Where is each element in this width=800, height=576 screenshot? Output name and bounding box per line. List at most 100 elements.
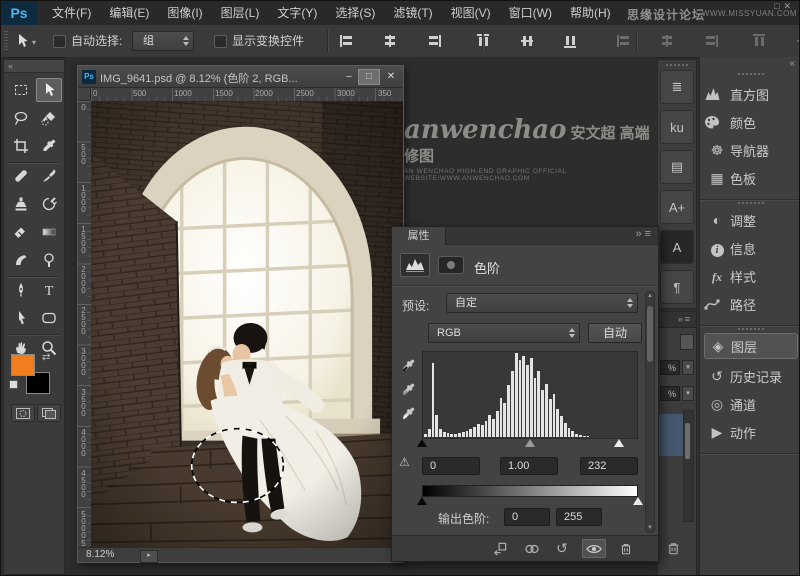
scrollbar-thumb[interactable] [647,306,653,362]
doc-maximize-button[interactable]: □ [358,69,380,85]
scroll-up-icon[interactable]: ▲ [646,293,654,299]
swap-colors-icon[interactable]: ⇄ [42,352,50,363]
menu-type[interactable]: 文字(Y) [268,1,326,25]
default-colors-icon[interactable] [9,380,18,389]
align-horizontal-centers-icon[interactable] [382,34,398,48]
quick-selection-tool[interactable] [36,106,62,130]
panel-histogram[interactable]: 直方图 [704,81,798,107]
channel-dropdown[interactable]: RGB [428,323,580,343]
panel-navigator[interactable]: ☸ 导航器 [704,137,798,163]
zoom-level[interactable]: 8.12% [86,549,114,560]
brush-tool[interactable] [36,164,62,188]
opacity-field-sliver[interactable]: % [660,360,680,375]
distribute-top-icon[interactable] [616,34,632,48]
fill-dropdown-icon[interactable]: ▾ [682,386,694,401]
document-titlebar[interactable]: Ps IMG_9641.psd @ 8.12% (色阶 2, RGB... – … [78,66,403,88]
paragraph-panel-icon[interactable]: ¶ [660,270,694,304]
rectangular-marquee-tool[interactable] [8,78,34,102]
layer-filter-toggle[interactable] [680,334,694,350]
pen-tool[interactable] [8,278,34,302]
panel-info[interactable]: i 信息 [704,235,798,261]
output-white-slider[interactable] [633,497,643,505]
auto-select-dropdown[interactable]: 组 [132,31,194,51]
scrollbar-thumb[interactable] [685,423,690,459]
quick-mask-button[interactable] [11,404,35,422]
black-input-slider[interactable] [417,439,427,447]
align-vertical-centers-icon[interactable] [520,33,534,49]
align-bottom-edges-icon[interactable] [563,33,577,49]
opacity-dropdown-icon[interactable]: ▾ [682,360,694,375]
distribute-hcenter-icon[interactable] [796,33,800,49]
input-black-field[interactable]: 0 [422,457,480,475]
output-white-field[interactable]: 255 [556,508,602,526]
status-info-button[interactable]: ▸ [140,550,158,563]
white-input-slider[interactable] [614,439,624,447]
gradient-tool[interactable] [36,220,62,244]
layers-scrollbar[interactable] [683,410,694,522]
panel-menu-icon[interactable]: ≡ [685,314,692,324]
panel-menu-icon[interactable]: ≡ [645,228,654,240]
smudge-tool[interactable] [8,248,34,272]
doc-minimize-button[interactable]: – [339,69,359,85]
panel-swatches[interactable]: ▦ 色板 [704,165,798,191]
menu-image[interactable]: 图像(I) [158,1,211,25]
menu-filter[interactable]: 滤镜(T) [384,1,441,25]
visibility-eye-icon[interactable] [582,539,606,558]
layer-mask-icon[interactable] [438,256,464,274]
panel-channels[interactable]: ◎ 通道 [704,391,798,417]
distribute-bottom-icon[interactable] [703,34,719,48]
expand-icon[interactable]: » [678,314,685,324]
distribute-left-icon[interactable] [752,33,766,49]
crop-tool[interactable] [8,134,34,158]
path-selection-tool[interactable] [8,306,34,330]
canvas-area[interactable] [91,101,403,548]
auto-button[interactable]: 自动 [588,323,642,343]
shape-tool[interactable] [36,306,62,330]
collapse-icon[interactable]: « [789,58,795,69]
menu-select[interactable]: 选择(S) [326,1,384,25]
selected-layer-sliver[interactable] [658,414,684,456]
clone-source-panel-icon[interactable]: ▤ [660,150,694,184]
scroll-down-icon[interactable]: ▼ [646,525,654,531]
show-transform-checkbox[interactable] [214,35,227,48]
black-point-eyedropper[interactable] [398,355,418,375]
white-point-eyedropper[interactable] [398,403,418,423]
expand-icon[interactable]: » [635,228,644,240]
output-black-field[interactable]: 0 [504,508,550,526]
menu-help[interactable]: 帮助(H) [561,1,620,25]
history-brush-tool[interactable] [36,192,62,216]
kuler-panel-icon[interactable]: ku [660,110,694,144]
gray-point-eyedropper[interactable] [398,379,418,399]
menu-view[interactable]: 视图(V) [442,1,500,25]
delete-adjustment-icon[interactable] [614,539,638,558]
character-panel-icon[interactable]: A [660,230,694,264]
clip-to-layer-icon[interactable] [488,539,512,558]
align-left-edges-icon[interactable] [339,34,355,48]
spot-healing-tool[interactable] [8,164,34,188]
gamma-input-slider[interactable] [525,439,535,447]
screen-mode-button[interactable] [37,404,61,422]
eraser-tool[interactable] [8,220,34,244]
move-tool-selected[interactable] [36,78,62,102]
reset-icon[interactable]: ↺ [550,539,574,558]
panel-styles[interactable]: fx 样式 [704,263,798,289]
align-right-edges-icon[interactable] [426,34,442,48]
doc-close-button[interactable]: ✕ [381,69,401,85]
histogram-warning-icon[interactable]: ⚠ [399,455,410,469]
auto-select-checkbox[interactable] [53,35,66,48]
panel-color[interactable]: 颜色 [704,109,798,135]
eyedropper-tool[interactable] [36,134,62,158]
menu-window[interactable]: 窗口(W) [500,1,561,25]
dodge-tool[interactable] [36,248,62,272]
properties-scrollbar[interactable]: ▲ ▼ [645,291,655,533]
properties-tab[interactable]: 属性 [392,227,446,245]
type-tool[interactable]: T [36,278,62,302]
levels-adjustment-icon[interactable] [400,253,430,277]
fill-field-sliver[interactable]: % [660,386,680,401]
distribute-vcenter-icon[interactable] [659,34,675,48]
clone-stamp-tool[interactable] [8,192,34,216]
panel-history[interactable]: ↺ 历史记录 [704,363,798,389]
panel-adjustments[interactable]: ◐ 调整 [704,207,798,233]
previous-state-icon[interactable] [520,539,544,558]
menu-file[interactable]: 文件(F) [43,1,100,25]
